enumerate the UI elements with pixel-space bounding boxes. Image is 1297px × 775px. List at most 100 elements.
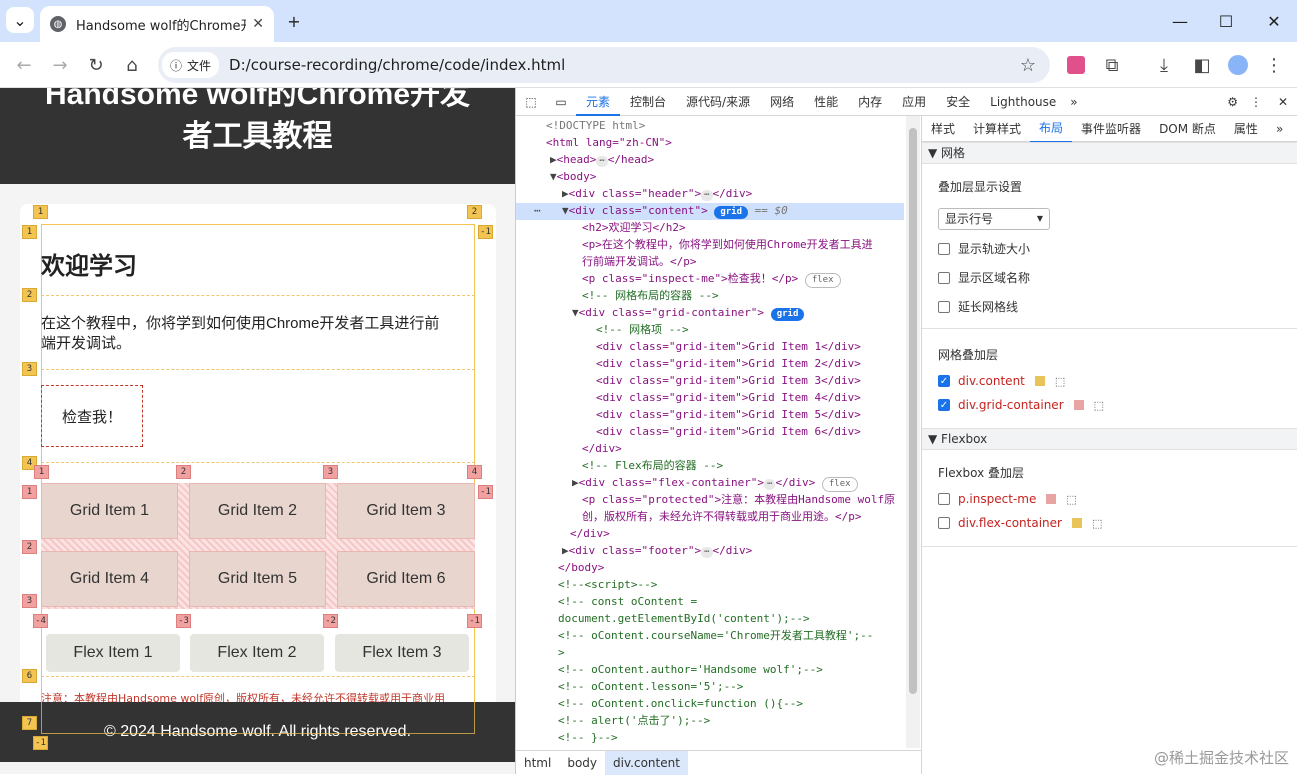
checkbox-checked[interactable]: ✓: [938, 399, 950, 411]
color-swatch[interactable]: [1072, 518, 1082, 528]
overlay-row-inspect-me[interactable]: p.inspect-me⬚: [938, 492, 1077, 506]
dom-comment[interactable]: >: [558, 644, 565, 661]
dom-comment[interactable]: <!-- oContent.author='Handsome wolf';-->: [558, 661, 823, 678]
checkbox[interactable]: [938, 301, 950, 313]
scrollbar-thumb[interactable]: [909, 128, 917, 694]
dom-comment[interactable]: <!-- oContent.courseName='Chrome开发者工具教程'…: [558, 627, 873, 644]
overlay-row-grid-container[interactable]: ✓div.grid-container⬚: [938, 398, 1104, 412]
dom-node[interactable]: <div class="grid-item">Grid Item 3</div>: [596, 372, 861, 389]
download-icon[interactable]: ⤓: [1150, 51, 1178, 79]
tab-lighthouse[interactable]: Lighthouse: [980, 88, 1066, 116]
dom-comment[interactable]: <!-- const oContent =: [558, 593, 697, 610]
dom-node[interactable]: ▼<div class="grid-container"> grid: [572, 304, 804, 321]
dom-node[interactable]: <html lang="zh-CN">: [546, 134, 672, 151]
dom-node[interactable]: </body>: [558, 559, 604, 576]
checkbox[interactable]: [938, 493, 950, 505]
dom-node[interactable]: <div class="grid-item">Grid Item 4</div>: [596, 389, 861, 406]
side-panel-icon[interactable]: ◧: [1188, 51, 1216, 79]
dom-node[interactable]: 行前端开发调试。</p>: [582, 253, 697, 270]
dom-comment[interactable]: <!-- oContent.lesson='5';-->: [558, 678, 743, 695]
minimize-button[interactable]: —: [1166, 8, 1194, 34]
settings-icon[interactable]: ⚙: [1227, 95, 1238, 109]
dom-node[interactable]: <div class="grid-item">Grid Item 2</div>: [596, 355, 861, 372]
tab-properties[interactable]: 属性: [1225, 116, 1267, 142]
dom-node[interactable]: <p class="inspect-me">检查我！</p> flex: [582, 270, 841, 288]
tab-styles[interactable]: 样式: [922, 116, 964, 142]
dom-comment[interactable]: <!-- }-->: [558, 729, 618, 746]
close-window-button[interactable]: ✕: [1260, 8, 1288, 34]
site-info-chip[interactable]: ⓘ文件: [162, 52, 219, 78]
tab-network[interactable]: 网络: [760, 88, 804, 116]
reload-button[interactable]: ↻: [82, 51, 110, 79]
flexbox-section-header[interactable]: ▼ Flexbox: [922, 428, 1297, 450]
option-row[interactable]: 显示轨迹大小: [938, 240, 1030, 257]
checkbox[interactable]: [938, 517, 950, 529]
device-toolbar-icon[interactable]: ▭: [546, 95, 576, 109]
dom-comment[interactable]: <!--<script>-->: [558, 576, 657, 593]
dom-comment[interactable]: <!-- Flex布局的容器 -->: [582, 457, 723, 474]
kebab-menu-icon[interactable]: ⋮: [1250, 95, 1262, 109]
grid-badge[interactable]: grid: [714, 206, 748, 219]
dom-node[interactable]: <p>在这个教程中，你将学到如何使用Chrome开发者工具进: [582, 236, 873, 253]
tab-performance[interactable]: 性能: [804, 88, 848, 116]
inspect-element-icon[interactable]: ⬚: [516, 95, 546, 109]
breadcrumb-item-active[interactable]: div.content: [605, 751, 688, 775]
color-swatch[interactable]: [1074, 400, 1084, 410]
dom-node[interactable]: <div class="grid-item">Grid Item 1</div>: [596, 338, 861, 355]
grid-section-header[interactable]: ▼ 网格: [922, 142, 1297, 164]
tab-security[interactable]: 安全: [936, 88, 980, 116]
checkbox-checked[interactable]: ✓: [938, 375, 950, 387]
checkbox[interactable]: [938, 243, 950, 255]
dom-scrollbar[interactable]: [906, 116, 920, 748]
dom-node[interactable]: <!DOCTYPE html>: [546, 117, 645, 134]
overlay-row-content[interactable]: ✓div.content⬚: [938, 374, 1065, 388]
tab-application[interactable]: 应用: [892, 88, 936, 116]
dom-node[interactable]: ▼<body>: [550, 168, 596, 185]
tab-search-button[interactable]: ⌄: [6, 7, 34, 33]
dom-node-selected[interactable]: ▼<div class="content"> grid == $0: [562, 202, 788, 219]
dom-node[interactable]: </div>: [570, 525, 610, 542]
breadcrumb-item[interactable]: html: [516, 751, 559, 775]
tab-dom-breakpoints[interactable]: DOM 断点: [1150, 116, 1225, 142]
address-bar[interactable]: ⓘ文件 D:/course-recording/chrome/code/inde…: [158, 47, 1050, 83]
inspect-me-box[interactable]: 检查我！: [41, 385, 143, 447]
dom-node[interactable]: ▶<div class="footer">⋯</div>: [562, 542, 752, 559]
forward-button[interactable]: →: [46, 51, 74, 79]
dom-node[interactable]: <p class="protected">注意：本教程由Handsome wol…: [582, 491, 895, 508]
star-icon[interactable]: ☆: [1020, 55, 1036, 76]
url-text[interactable]: D:/course-recording/chrome/code/index.ht…: [229, 56, 565, 74]
more-tabs-icon[interactable]: »: [1066, 95, 1081, 109]
color-swatch[interactable]: [1046, 494, 1056, 504]
maximize-button[interactable]: ☐: [1212, 8, 1240, 34]
dom-node[interactable]: </div>: [582, 440, 622, 457]
close-tab-icon[interactable]: ✕: [252, 16, 264, 32]
option-row[interactable]: 显示区域名称: [938, 269, 1030, 286]
highlight-target-icon[interactable]: ⬚: [1055, 375, 1065, 388]
profile-avatar[interactable]: [1224, 51, 1252, 79]
browser-tab[interactable]: ◍ Handsome wolf的Chrome开发 ✕: [40, 6, 274, 42]
dom-node[interactable]: <div class="grid-item">Grid Item 6</div>: [596, 423, 861, 440]
dom-comment[interactable]: <!-- 网格布局的容器 -->: [582, 287, 719, 304]
highlight-target-icon[interactable]: ⬚: [1092, 517, 1102, 530]
back-button[interactable]: ←: [10, 51, 38, 79]
tab-computed[interactable]: 计算样式: [964, 116, 1030, 142]
tab-sources[interactable]: 源代码/来源: [676, 88, 760, 116]
dom-node[interactable]: 创，版权所有，未经允许不得转载或用于商业用途。</p>: [582, 508, 862, 525]
dom-node[interactable]: ▶<div class="header">⋯</div>: [562, 185, 752, 202]
highlight-target-icon[interactable]: ⬚: [1066, 493, 1076, 506]
tab-elements[interactable]: 元素: [576, 88, 620, 116]
close-devtools-icon[interactable]: ✕: [1278, 95, 1288, 109]
dom-comment[interactable]: <!-- alert('点击了');-->: [558, 712, 710, 729]
dom-node[interactable]: <h2>欢迎学习</h2>: [582, 219, 686, 236]
dom-tree[interactable]: <!DOCTYPE html> <html lang="zh-CN"> ▶<he…: [516, 116, 921, 748]
dom-node[interactable]: <div class="grid-item">Grid Item 5</div>: [596, 406, 861, 423]
tab-memory[interactable]: 内存: [848, 88, 892, 116]
overlay-row-flex-container[interactable]: div.flex-container⬚: [938, 516, 1102, 530]
ellipsis-icon[interactable]: ⋯: [534, 202, 541, 219]
home-icon[interactable]: ⌂: [118, 51, 146, 79]
new-tab-button[interactable]: +: [280, 8, 308, 34]
checkbox[interactable]: [938, 272, 950, 284]
menu-icon[interactable]: ⋮: [1260, 51, 1288, 79]
breadcrumb-item[interactable]: body: [559, 751, 605, 775]
option-row[interactable]: 延长网格线: [938, 298, 1018, 315]
